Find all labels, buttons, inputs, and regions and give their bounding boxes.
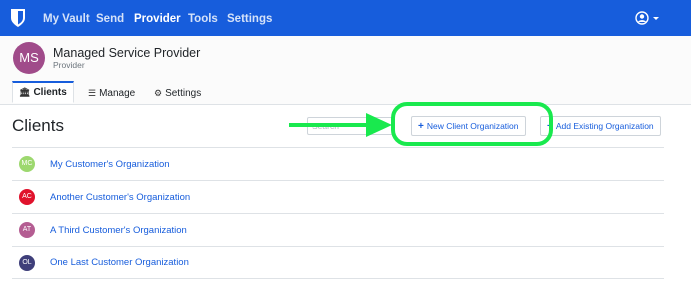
sliders-icon: ☰ xyxy=(88,88,97,98)
plus-icon: + xyxy=(547,120,553,132)
tab-label: Clients xyxy=(33,87,67,98)
button-label: Add Existing Organization xyxy=(555,121,654,131)
client-row: MC My Customer's Organization xyxy=(12,147,664,180)
page-title: Clients xyxy=(12,116,64,135)
account-menu[interactable] xyxy=(635,11,659,25)
client-row: AC Another Customer's Organization xyxy=(12,180,664,213)
tab-label: Manage xyxy=(99,88,136,99)
provider-header: MS Managed Service Provider Provider 🏛 C… xyxy=(0,36,691,105)
add-existing-organization-button[interactable]: + Add Existing Organization xyxy=(540,116,661,136)
client-name-link[interactable]: My Customer's Organization xyxy=(50,159,170,170)
tab-label: Settings xyxy=(165,88,202,99)
plus-icon: + xyxy=(418,120,424,132)
nav-provider[interactable]: Provider xyxy=(134,12,181,26)
client-avatar: MC xyxy=(19,156,35,172)
new-client-organization-button[interactable]: + New Client Organization xyxy=(411,116,526,136)
cogs-icon: ⚙ xyxy=(154,88,163,98)
client-avatar: OL xyxy=(19,254,35,271)
bank-icon: 🏛 xyxy=(19,87,31,97)
nav-my-vault[interactable]: My Vault xyxy=(43,12,90,26)
client-avatar: AC xyxy=(19,189,35,205)
shield-icon[interactable] xyxy=(11,9,25,27)
client-name-link[interactable]: One Last Customer Organization xyxy=(50,257,189,268)
provider-avatar: MS xyxy=(13,42,45,74)
button-label: New Client Organization xyxy=(426,121,519,131)
client-row: OL One Last Customer Organization xyxy=(12,246,664,279)
client-avatar: AT xyxy=(19,222,35,238)
top-navbar: My Vault Send Provider Tools Settings xyxy=(0,0,691,36)
tab-manage[interactable]: ☰ Manage xyxy=(82,83,141,104)
client-name-link[interactable]: A Third Customer's Organization xyxy=(50,225,187,236)
client-name-link[interactable]: Another Customer's Organization xyxy=(50,192,190,203)
tab-settings[interactable]: ⚙ Settings xyxy=(148,83,207,104)
client-row: AT A Third Customer's Organization xyxy=(12,213,664,246)
provider-name: Managed Service Provider xyxy=(53,46,201,60)
tab-clients[interactable]: 🏛 Clients xyxy=(12,81,74,103)
nav-tools[interactable]: Tools xyxy=(188,12,218,26)
user-circle-icon xyxy=(635,11,649,25)
provider-type: Provider xyxy=(53,60,85,70)
chevron-down-icon xyxy=(653,16,659,20)
nav-send[interactable]: Send xyxy=(96,12,124,26)
nav-settings[interactable]: Settings xyxy=(227,12,272,26)
search-input[interactable] xyxy=(307,117,393,135)
